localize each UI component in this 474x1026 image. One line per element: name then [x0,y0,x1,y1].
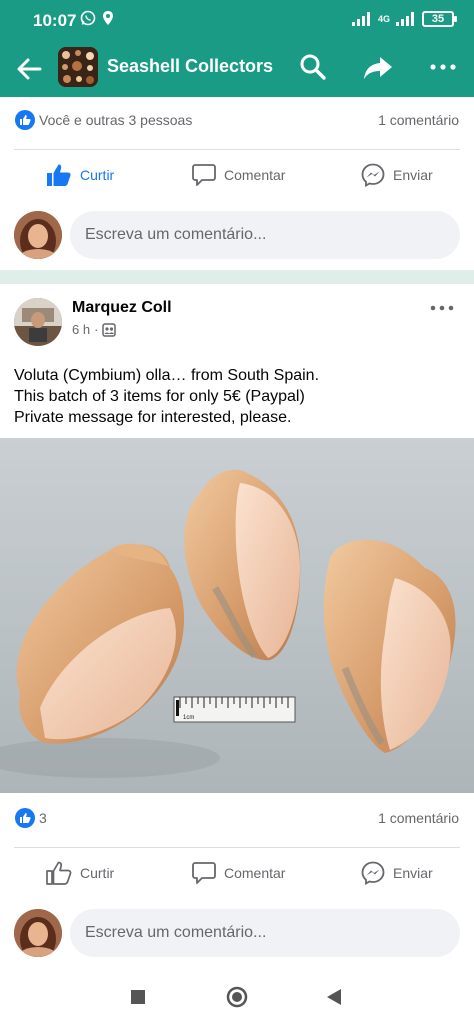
comment-button[interactable]: Comentar [192,150,285,200]
reactions-text: Você e outras 3 pessoas [39,112,193,128]
post-image[interactable]: 1cm [0,438,474,793]
messenger-icon [361,861,385,885]
comment-input[interactable]: Escreva um comentário... [70,211,460,259]
comments-count[interactable]: 1 comentário [378,810,459,826]
arrow-left-icon[interactable] [14,54,44,84]
post-reactions[interactable]: 3 1 comentário [0,795,474,845]
signal-icon-2 [396,12,414,26]
comment-input[interactable]: Escreva um comentário... [70,909,460,957]
author-avatar[interactable] [14,298,62,346]
like-reaction-icon [15,808,35,828]
home-circle-icon[interactable] [226,986,248,1008]
feed-separator [0,270,474,284]
like-button[interactable]: Curtir [46,848,114,898]
app-bar: Seashell Collectors [0,40,474,97]
prev-comment-row: Escreva um comentário... [0,208,474,264]
group-avatar[interactable] [58,47,98,87]
status-bar: 10:07 4G 35 [0,0,474,40]
like-reaction-icon [15,110,35,130]
user-avatar[interactable] [14,211,62,259]
more-dots-icon[interactable] [428,52,458,82]
comments-count[interactable]: 1 comentário [378,112,459,128]
post-header: Marquez Coll 6 h · [0,284,474,354]
send-button[interactable]: Enviar [361,848,433,898]
share-icon[interactable] [362,51,394,83]
post-text-line: This batch of 3 items for only 5€ (Paypa… [14,388,305,405]
comment-bubble-icon [192,862,216,884]
reactions-count: 3 [39,810,47,826]
network-type: 4G [377,14,390,24]
back-triangle-icon[interactable] [326,988,342,1006]
like-button[interactable]: Curtir [46,150,114,200]
post-more-icon[interactable] [430,300,454,316]
prev-post-actions: Curtir Comentar Enviar [0,150,474,200]
system-nav-bar [0,970,474,1026]
location-icon [103,11,113,25]
send-button[interactable]: Enviar [361,150,433,200]
post-comment-row: Escreva um comentário... [0,906,474,962]
post-time[interactable]: 6 h [72,322,90,337]
post-meta: 6 h · [72,322,117,337]
group-audience-icon [102,322,117,337]
post-actions: Curtir Comentar Enviar [0,848,474,898]
status-time: 10:07 [33,11,77,30]
recents-square-icon[interactable] [130,989,146,1005]
thumbs-up-icon [47,164,71,186]
messenger-icon [361,163,385,187]
ruler-label: 1cm [183,715,194,721]
user-avatar[interactable] [14,909,62,957]
post-text-line: Voluta (Cymbium) olla… from South Spain. [14,367,320,384]
signal-icon [351,12,370,26]
post-text-line: Private message for interested, please. [14,409,292,426]
author-name[interactable]: Marquez Coll [72,299,172,317]
post-text: Voluta (Cymbium) olla… from South Spain.… [14,365,460,428]
search-icon[interactable] [298,52,328,82]
comment-bubble-icon [192,164,216,186]
prev-post-reactions[interactable]: Você e outras 3 pessoas 1 comentário [0,97,474,147]
scale-ruler: 1cm [173,696,296,723]
group-title[interactable]: Seashell Collectors [107,56,273,77]
comment-button[interactable]: Comentar [192,848,285,898]
thumbs-up-icon [46,861,72,885]
battery-icon: 35 [422,11,457,27]
whatsapp-icon [80,10,96,26]
